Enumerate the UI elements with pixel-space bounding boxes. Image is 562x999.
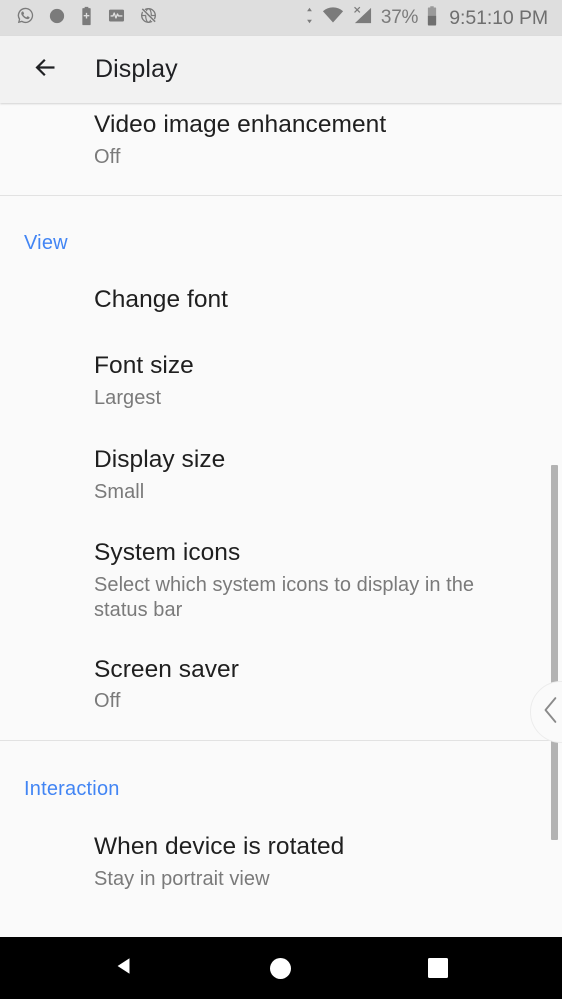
list-item-title: Display size [94,445,226,473]
wifi-icon [322,6,344,30]
list-item-screen-saver[interactable]: Screen saver Off [0,656,562,741]
list-item-title: Screen saver [94,655,239,683]
list-item-title: When device is rotated [94,833,345,861]
list-item-when-device-is-rotated[interactable]: When device is rotated Stay in portrait … [0,833,562,892]
whatsapp-icon [16,6,35,30]
list-item-title: System icons [94,538,241,566]
nav-recents-button[interactable] [407,937,469,999]
globe-off-icon [139,6,158,30]
status-bar-left-icons [16,6,158,31]
nav-back-button[interactable] [93,937,155,999]
list-item-summary: Off [94,145,121,168]
settings-scroll-list[interactable]: Video image enhancement Off View Change … [0,103,562,937]
circle-icon [48,7,66,30]
list-item-display-size[interactable]: Display size Small [0,446,562,539]
list-item-title: Font size [94,351,194,379]
nav-home-button[interactable] [250,937,312,999]
list-item-summary: Small [94,480,145,503]
cellular-signal-off-icon [352,6,373,30]
list-item-font-size[interactable]: Font size Largest [0,352,562,446]
data-transfer-icon [305,6,314,30]
arrow-left-icon [32,54,59,86]
circle-icon [270,957,292,979]
status-bar-right-icons: 37% 9:51:10 PM [305,5,548,31]
app-bar: Display [0,36,562,103]
section-header-interaction: Interaction [24,778,120,801]
list-item-title: Video image enhancement [94,111,387,138]
scrollbar-thumb[interactable] [551,465,558,840]
battery-plus-icon [79,6,94,31]
list-item-video-image-enhancement[interactable]: Video image enhancement Off [0,103,562,195]
list-item-change-font[interactable]: Change font [0,286,562,352]
section-header-view: View [24,231,68,254]
list-item-system-icons[interactable]: System icons Select which system icons t… [0,539,562,656]
phone-screen: 37% 9:51:10 PM Display Video image enhan… [0,0,562,999]
list-item-summary: Select which system icons to display in … [94,573,475,621]
page-title: Display [95,55,178,83]
list-item-summary: Off [94,690,121,713]
list-item-summary: Stay in portrait view [94,868,270,891]
list-item-title: Change font [94,285,229,313]
status-bar-clock: 9:51:10 PM [449,6,548,29]
activity-pulse-icon [107,6,126,30]
status-bar: 37% 9:51:10 PM [0,0,562,36]
chevron-left-icon [540,695,562,730]
square-icon [427,958,448,978]
triangle-left-icon [113,955,135,982]
battery-icon [426,5,438,31]
navigation-bar [0,937,562,999]
back-button[interactable] [22,47,68,93]
battery-percentage-label: 37% [380,7,419,28]
list-item-summary: Largest [94,386,162,409]
scrollbar-track[interactable] [551,103,560,937]
